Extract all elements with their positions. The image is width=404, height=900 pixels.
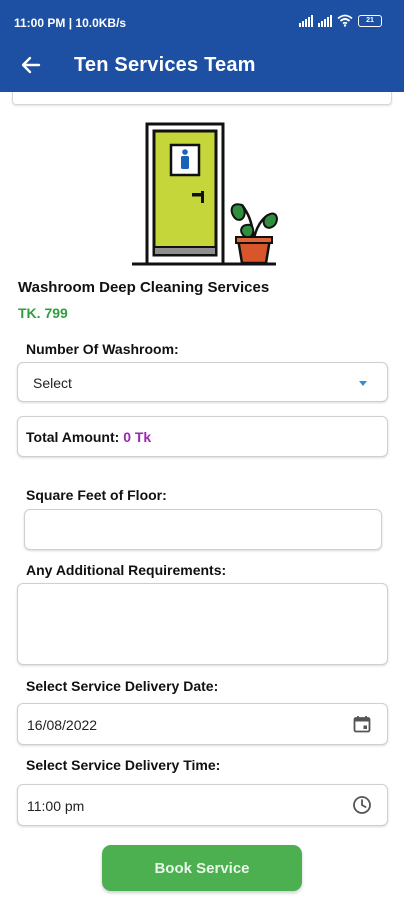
square-feet-label: Square Feet of Floor: — [26, 487, 167, 503]
delivery-time-input[interactable]: 11:00 pm — [17, 784, 388, 826]
total-amount-box: Total Amount: 0 Tk — [17, 416, 388, 457]
calendar-icon[interactable] — [352, 714, 372, 734]
total-amount-label: Total Amount: — [26, 429, 120, 445]
status-time: 11:00 PM | 10.0KB/s — [14, 16, 127, 30]
washroom-count-select[interactable]: Select — [17, 362, 388, 402]
wifi-icon — [337, 14, 353, 27]
washroom-count-value: Select — [33, 375, 72, 391]
clock-icon[interactable] — [352, 795, 372, 815]
signal-icon — [299, 14, 313, 27]
requirements-label: Any Additional Requirements: — [26, 562, 227, 578]
status-bar: 11:00 PM | 10.0KB/s 21 — [0, 0, 404, 44]
delivery-time-value: 11:00 pm — [27, 798, 85, 814]
dropdown-caret-icon — [359, 381, 367, 386]
total-amount-value: 0 Tk — [123, 429, 152, 445]
washroom-count-label: Number Of Washroom: — [26, 341, 179, 357]
app-bar: 11:00 PM | 10.0KB/s 21 Ten Services Team — [0, 0, 404, 92]
book-service-button[interactable]: Book Service — [102, 845, 302, 891]
arrow-left-icon[interactable] — [20, 54, 42, 76]
square-feet-input[interactable] — [24, 509, 382, 550]
scrolled-card-edge — [12, 92, 392, 105]
service-name: Washroom Deep Cleaning Services — [18, 279, 270, 296]
delivery-date-label: Select Service Delivery Date: — [26, 678, 219, 694]
status-icons: 21 — [299, 14, 382, 27]
delivery-date-value: 16/08/2022 — [27, 717, 98, 733]
signal-icon — [318, 14, 332, 27]
requirements-textarea[interactable] — [17, 583, 388, 665]
service-price: TK. 799 — [18, 305, 68, 321]
delivery-date-input[interactable]: 16/08/2022 — [17, 703, 388, 745]
washroom-door-illustration — [132, 122, 278, 266]
battery-icon: 21 — [358, 14, 382, 27]
delivery-time-label: Select Service Delivery Time: — [26, 757, 221, 773]
page-title: Ten Services Team — [74, 54, 256, 76]
